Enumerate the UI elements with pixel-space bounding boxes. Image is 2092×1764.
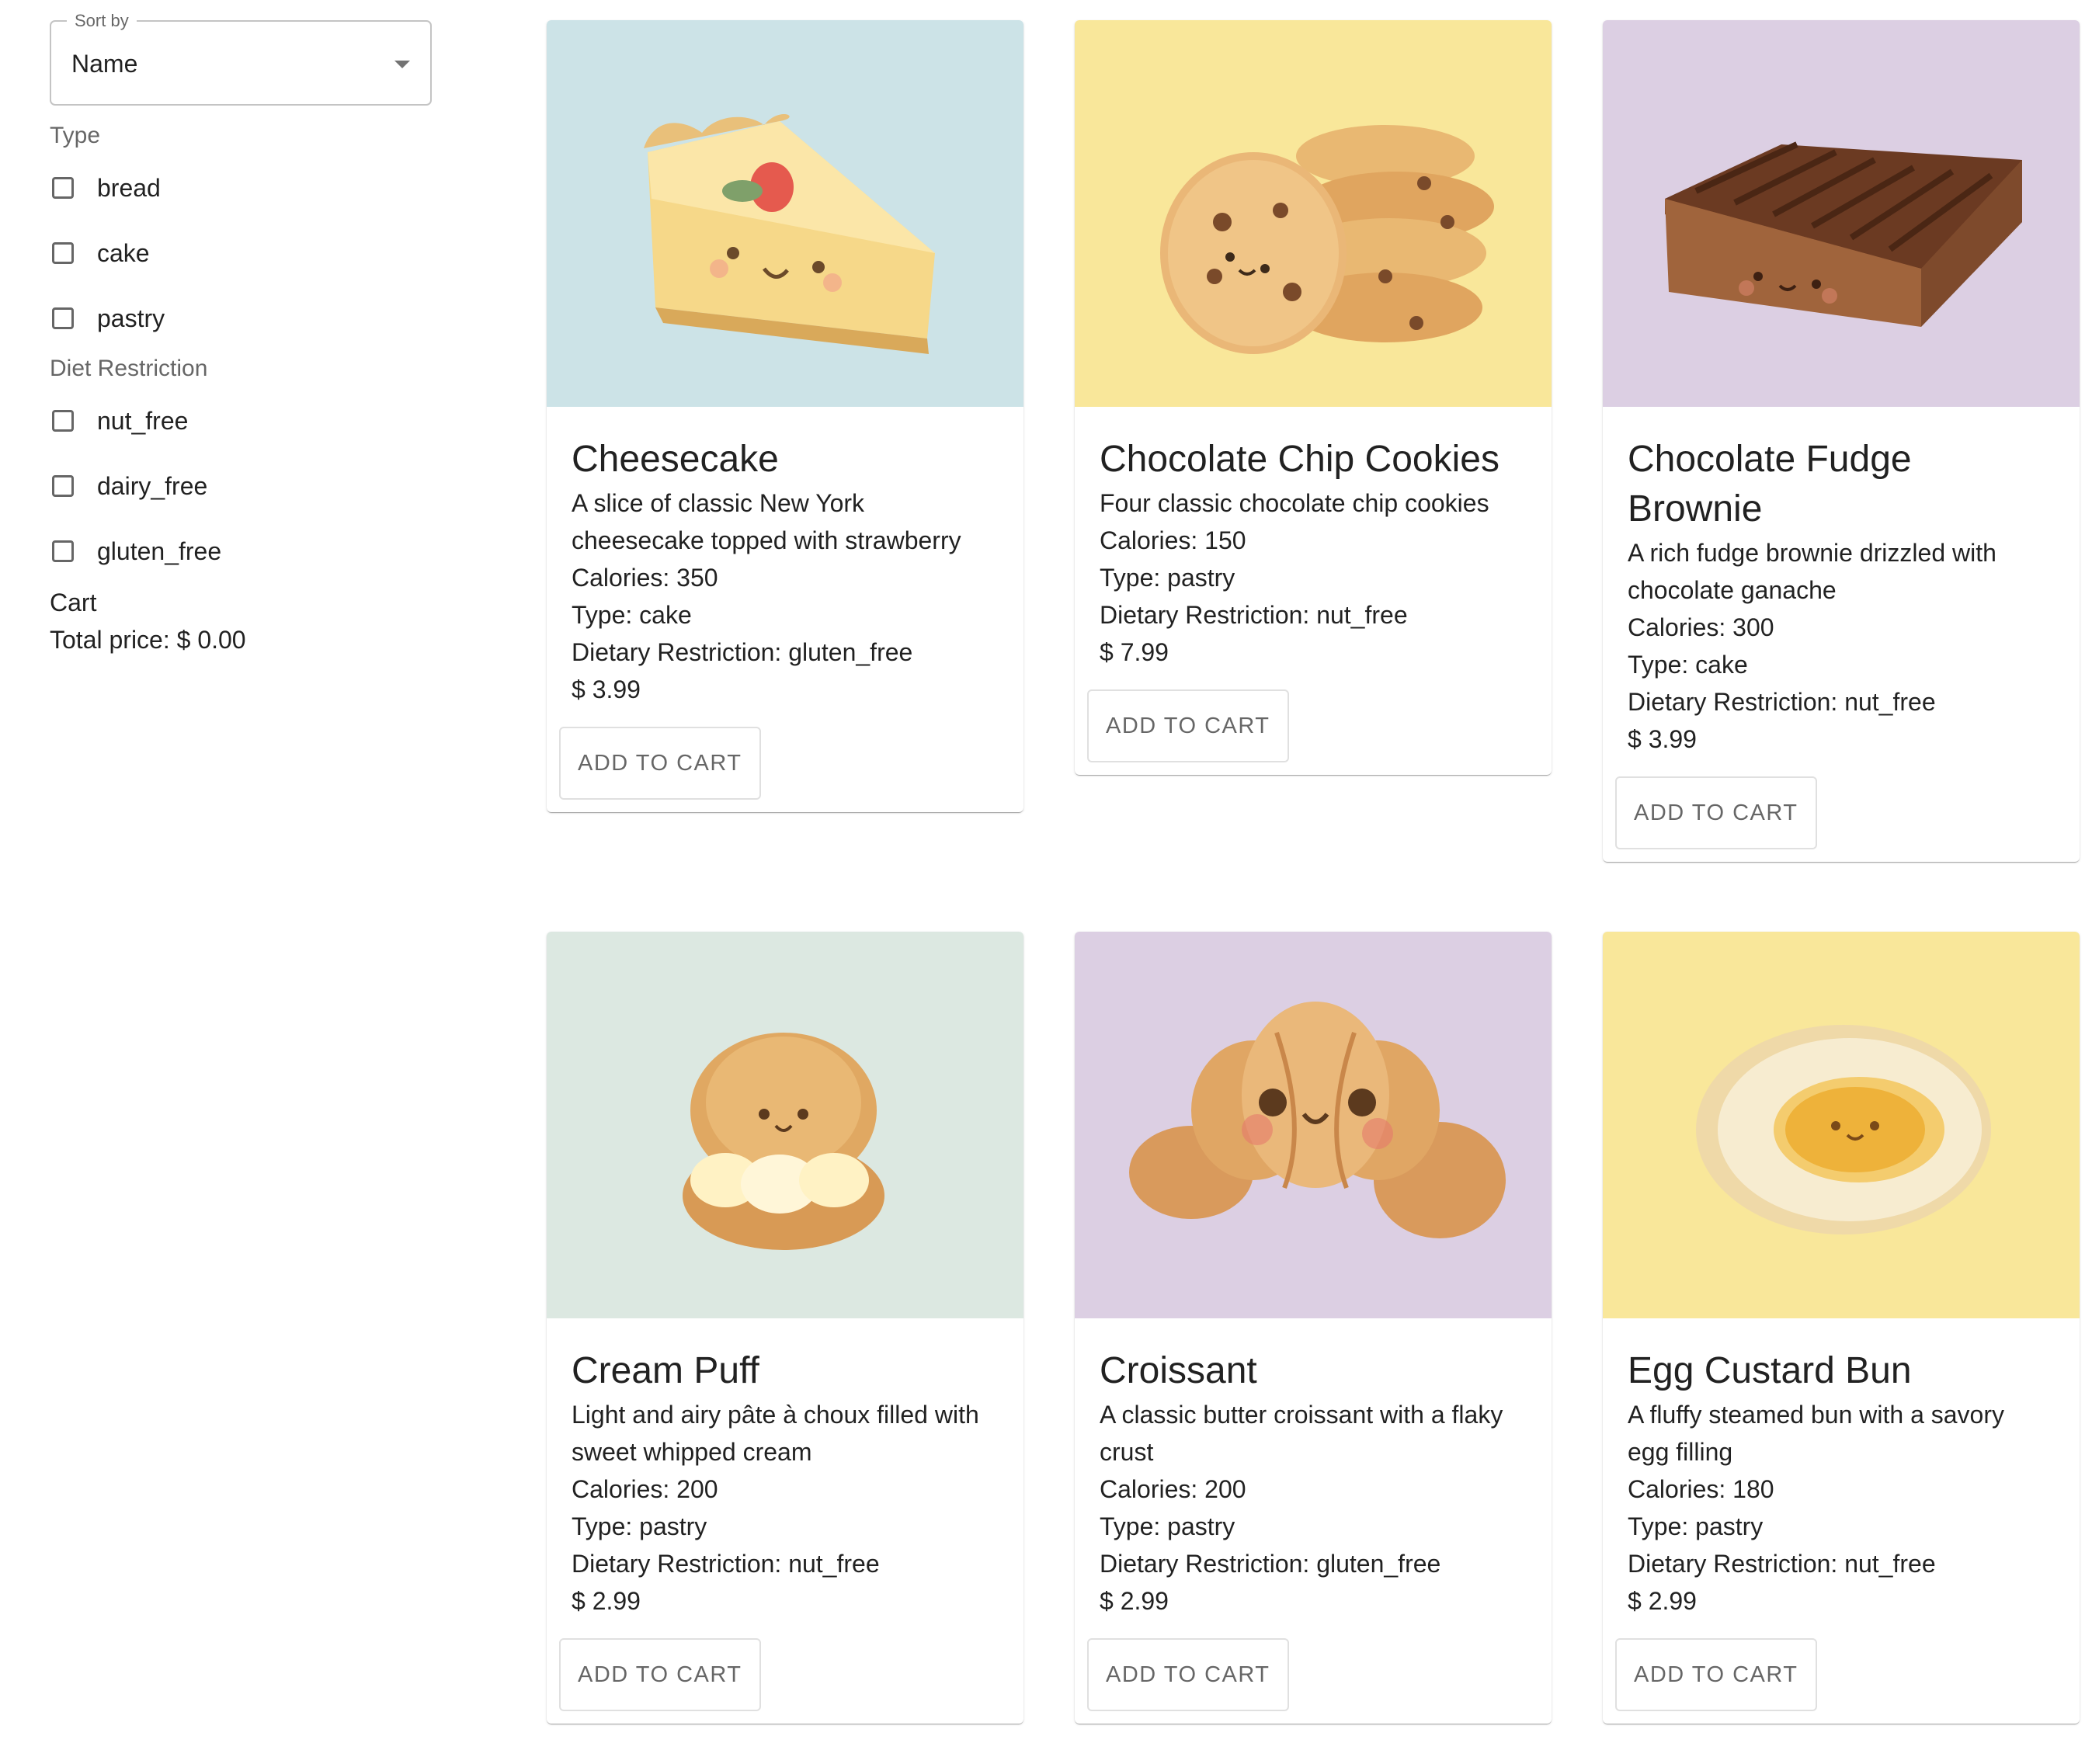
- product-type: Type: pastry: [572, 1512, 707, 1540]
- product-description: A rich fudge brownie drizzled with: [1628, 539, 1996, 567]
- product-calories: Calories: 150: [1100, 526, 1246, 554]
- product-description: A classic butter croissant with a flaky: [1100, 1401, 1503, 1429]
- product-description: crust: [1100, 1438, 1154, 1466]
- product-price: $ 2.99: [1100, 1587, 1169, 1615]
- product-diet: Dietary Restriction: nut_free: [1100, 601, 1408, 629]
- product-name: Cream Puff: [572, 1350, 759, 1391]
- add-to-cart-button[interactable]: ADD TO CART: [1615, 776, 1817, 849]
- product-diet: Dietary Restriction: nut_free: [1628, 688, 1936, 716]
- product-calories: Calories: 350: [572, 564, 718, 592]
- add-to-cart-button[interactable]: ADD TO CART: [559, 727, 761, 800]
- checkbox-icon[interactable]: [52, 307, 74, 329]
- product-price: $ 3.99: [1628, 725, 1697, 753]
- cart-total-value: $ 0.00: [176, 626, 246, 654]
- product-image: [547, 20, 1023, 407]
- product-name: Cheesecake: [572, 439, 779, 480]
- product-name: Egg Custard Bun: [1628, 1350, 1912, 1391]
- product-image: [1603, 932, 2080, 1318]
- product-type: Type: pastry: [1100, 564, 1235, 592]
- dropdown-arrow-icon[interactable]: [394, 61, 410, 68]
- product-name: Croissant: [1100, 1350, 1257, 1391]
- cart-total-label: Total price:: [50, 626, 170, 654]
- product-diet: Dietary Restriction: gluten_free: [1100, 1550, 1441, 1578]
- product-calories: Calories: 200: [572, 1475, 718, 1503]
- filter-gluten-free[interactable]: gluten_free: [50, 528, 221, 575]
- cart-title: Cart: [50, 589, 97, 616]
- product-description: Light and airy pâte à choux filled with: [572, 1401, 979, 1429]
- product-description: A slice of classic New York: [572, 489, 865, 517]
- sort-by-value: Name: [71, 50, 138, 78]
- product-type: Type: cake: [1628, 651, 1748, 679]
- add-to-cart-button[interactable]: ADD TO CART: [1615, 1638, 1817, 1711]
- product-image: [1075, 20, 1552, 407]
- filter-label: dairy_free: [97, 471, 208, 500]
- filter-nut-free[interactable]: nut_free: [50, 398, 188, 444]
- product-description: A fluffy steamed bun with a savory: [1628, 1401, 2004, 1429]
- product-type: Type: cake: [572, 601, 692, 629]
- filter-label: nut_free: [97, 406, 189, 435]
- checkbox-icon[interactable]: [52, 242, 74, 264]
- add-to-cart-button[interactable]: ADD TO CART: [1087, 689, 1289, 762]
- product-card-chocolate-fudge-brownie: Chocolate Fudge Brownie A rich fudge bro…: [1603, 20, 2080, 862]
- checkbox-icon[interactable]: [52, 475, 74, 497]
- checkbox-icon[interactable]: [52, 540, 74, 562]
- product-price: $ 2.99: [1628, 1587, 1697, 1615]
- cart-total: Total price: $ 0.00: [50, 626, 246, 655]
- filter-label: gluten_free: [97, 536, 222, 565]
- sort-by-label: Sort by: [67, 11, 137, 31]
- product-description: Four classic chocolate chip cookies: [1100, 489, 1489, 517]
- product-card-chocolate-chip-cookies: Chocolate Chip Cookies Four classic choc…: [1075, 20, 1552, 775]
- product-diet: Dietary Restriction: gluten_free: [572, 638, 913, 666]
- product-card-cheesecake: Cheesecake A slice of classic New York c…: [547, 20, 1023, 812]
- product-card-croissant: Croissant A classic butter croissant wit…: [1075, 932, 1552, 1724]
- filter-pastry[interactable]: pastry: [50, 295, 165, 342]
- cookies-icon: [1075, 20, 1552, 407]
- checkbox-icon[interactable]: [52, 177, 74, 199]
- brownie-icon: [1603, 20, 2080, 407]
- product-description: egg filling: [1628, 1438, 1733, 1466]
- product-calories: Calories: 300: [1628, 613, 1774, 641]
- diet-filter-title: Diet Restriction: [50, 356, 208, 381]
- product-price: $ 7.99: [1100, 638, 1169, 666]
- sort-by-select[interactable]: Sort by Name: [50, 11, 432, 106]
- product-image: [1603, 20, 2080, 407]
- product-name: Chocolate Fudge Brownie: [1628, 439, 1912, 530]
- cheesecake-icon: [547, 20, 1023, 407]
- filter-dairy-free[interactable]: dairy_free: [50, 463, 207, 509]
- product-card-cream-puff: Cream Puff Light and airy pâte à choux f…: [547, 932, 1023, 1724]
- add-to-cart-button[interactable]: ADD TO CART: [1087, 1638, 1289, 1711]
- product-price: $ 3.99: [572, 675, 641, 703]
- product-diet: Dietary Restriction: nut_free: [1628, 1550, 1936, 1578]
- product-price: $ 2.99: [572, 1587, 641, 1615]
- product-card-egg-custard-bun: Egg Custard Bun A fluffy steamed bun wit…: [1603, 932, 2080, 1724]
- filter-label: cake: [97, 238, 150, 267]
- product-image: [547, 932, 1023, 1318]
- bakery-page: Sort by Name Type bread cake pastry Diet…: [0, 0, 2092, 1764]
- product-image: [1075, 932, 1552, 1318]
- product-type: Type: pastry: [1100, 1512, 1235, 1540]
- product-diet: Dietary Restriction: nut_free: [572, 1550, 880, 1578]
- filter-bread[interactable]: bread: [50, 165, 161, 211]
- cream-puff-icon: [547, 932, 1023, 1318]
- filter-cake[interactable]: cake: [50, 230, 150, 276]
- product-description: chocolate ganache: [1628, 576, 1837, 604]
- filter-label: bread: [97, 173, 161, 202]
- product-description: cheesecake topped with strawberry: [572, 526, 961, 554]
- filter-label: pastry: [97, 304, 165, 332]
- checkbox-icon[interactable]: [52, 410, 74, 432]
- add-to-cart-button[interactable]: ADD TO CART: [559, 1638, 761, 1711]
- egg-custard-bun-icon: [1603, 932, 2080, 1318]
- product-name: Chocolate Chip Cookies: [1100, 439, 1499, 480]
- product-type: Type: pastry: [1628, 1512, 1764, 1540]
- product-description: sweet whipped cream: [572, 1438, 812, 1466]
- croissant-icon: [1075, 932, 1552, 1318]
- product-calories: Calories: 200: [1100, 1475, 1246, 1503]
- type-filter-title: Type: [50, 123, 101, 148]
- product-calories: Calories: 180: [1628, 1475, 1774, 1503]
